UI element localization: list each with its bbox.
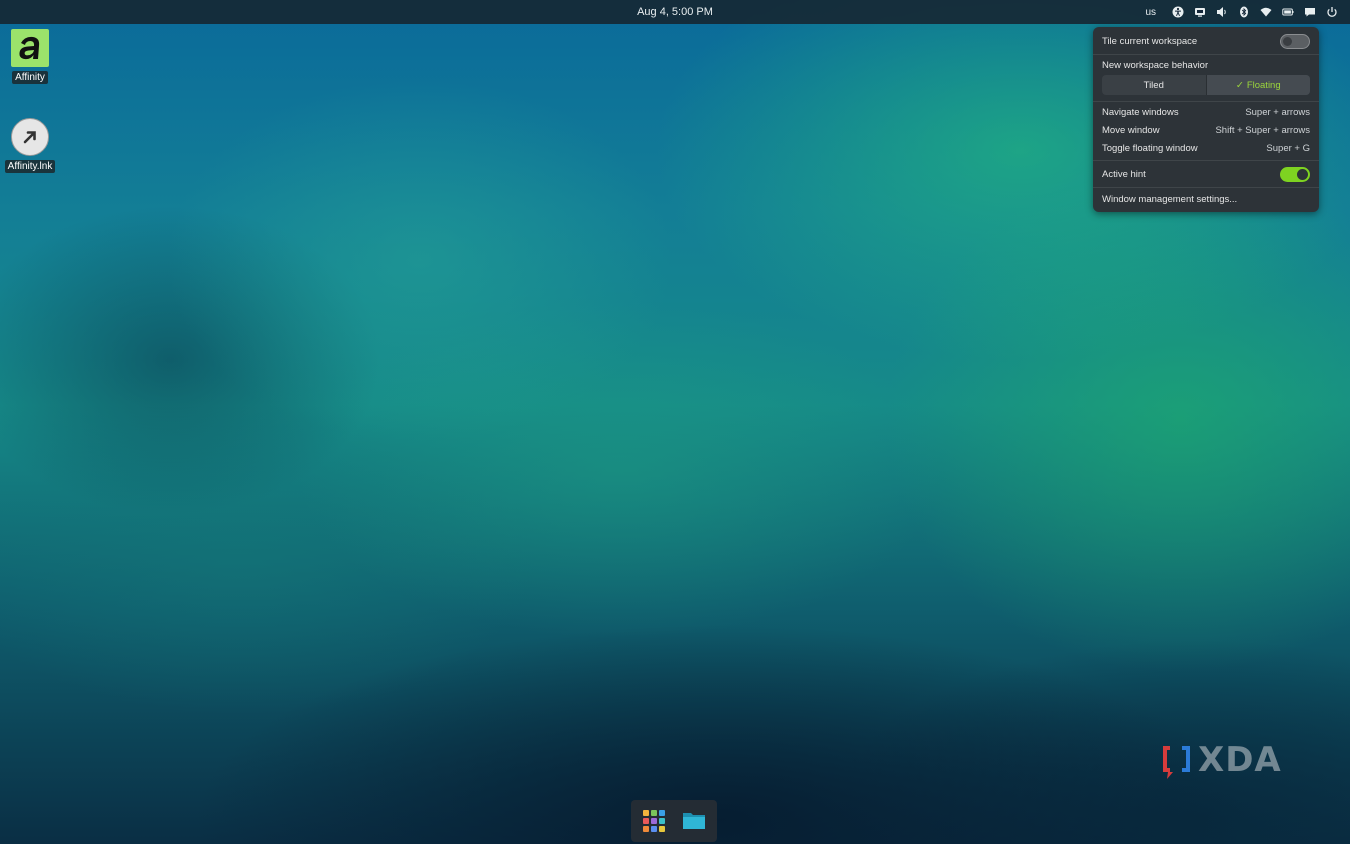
bluetooth-icon[interactable]: [1236, 4, 1252, 20]
desktop-icon-label: Affinity.lnk: [4, 160, 56, 173]
workspace-behavior-selector: Tiled ✓ Floating: [1102, 75, 1310, 95]
shortcut-label: Toggle floating window: [1102, 143, 1198, 154]
keyboard-layout-indicator[interactable]: us: [1145, 7, 1156, 18]
settings-link-row[interactable]: Window management settings...: [1102, 193, 1310, 206]
shortcut-arrow-icon: [11, 118, 49, 156]
active-hint-label: Active hint: [1102, 168, 1146, 180]
shortcut-row: Move window Shift + Super + arrows: [1102, 124, 1310, 137]
dock: [631, 800, 717, 842]
screen-share-icon[interactable]: [1192, 4, 1208, 20]
desktop-icon-affinity-lnk[interactable]: Affinity.lnk: [0, 118, 60, 174]
top-bar: Aug 4, 5:00 PM us: [0, 0, 1350, 24]
active-hint-toggle[interactable]: [1280, 166, 1310, 182]
shortcut-label: Move window: [1102, 125, 1160, 136]
files-folder-icon[interactable]: [682, 811, 706, 830]
tile-workspace-label: Tile current workspace: [1102, 35, 1198, 47]
system-tray: us: [1145, 4, 1340, 20]
volume-icon[interactable]: [1214, 4, 1230, 20]
xda-watermark: XDA: [1160, 740, 1290, 780]
desktop-icon-label: Affinity: [12, 71, 48, 84]
window-management-settings-link[interactable]: Window management settings...: [1102, 194, 1237, 205]
new-workspace-behavior-label: New workspace behavior: [1102, 60, 1209, 71]
app-grid-icon[interactable]: [643, 810, 665, 832]
divider: [1093, 54, 1319, 55]
checkmark-icon: ✓: [1235, 79, 1244, 91]
new-workspace-behavior-row: New workspace behavior: [1102, 59, 1310, 72]
shortcut-keys: Shift + Super + arrows: [1215, 125, 1310, 136]
divider: [1093, 160, 1319, 161]
xda-logo-icon: [1163, 746, 1190, 779]
desktop: Aug 4, 5:00 PM us Affinity Affinity.lnk …: [0, 0, 1350, 844]
floating-option[interactable]: ✓ Floating: [1206, 75, 1310, 95]
active-hint-row[interactable]: Active hint: [1102, 166, 1310, 182]
wifi-icon[interactable]: [1258, 4, 1274, 20]
shortcut-row: Toggle floating window Super + G: [1102, 142, 1310, 155]
power-icon[interactable]: [1324, 4, 1340, 20]
divider: [1093, 187, 1319, 188]
window-management-popup: Tile current workspace New workspace beh…: [1093, 27, 1319, 212]
shortcut-label: Navigate windows: [1102, 107, 1179, 118]
affinity-icon: [11, 29, 49, 67]
shortcut-keys: Super + G: [1266, 143, 1310, 154]
shortcut-keys: Super + arrows: [1245, 107, 1310, 118]
tiled-option[interactable]: Tiled: [1102, 75, 1207, 95]
accessibility-icon[interactable]: [1170, 4, 1186, 20]
divider: [1093, 101, 1319, 102]
shortcut-row: Navigate windows Super + arrows: [1102, 106, 1310, 119]
notifications-icon[interactable]: [1302, 4, 1318, 20]
desktop-icon-affinity[interactable]: Affinity: [0, 29, 60, 85]
battery-icon[interactable]: [1280, 4, 1296, 20]
tile-workspace-toggle[interactable]: [1280, 33, 1310, 49]
tile-workspace-row[interactable]: Tile current workspace: [1102, 33, 1310, 49]
xda-wordmark: XDA: [1198, 740, 1282, 780]
